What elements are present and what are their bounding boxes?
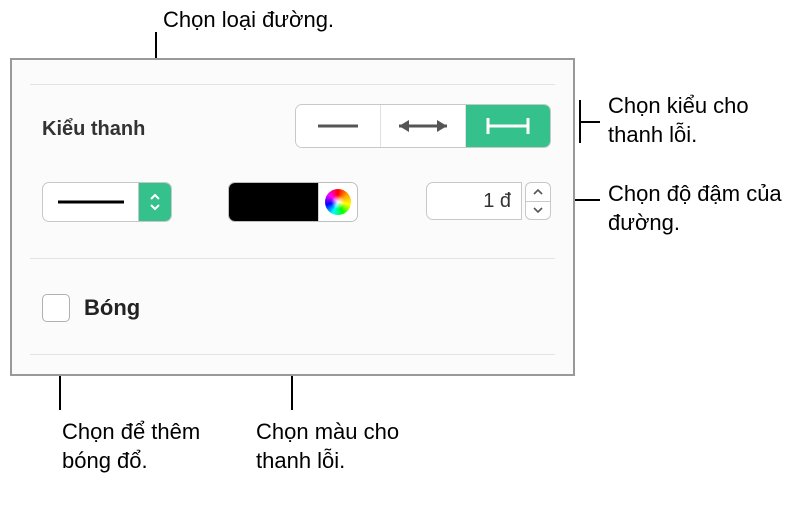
bar-style-line-icon[interactable] [296,105,381,147]
chevron-up-icon[interactable] [525,182,551,201]
stroke-width-stepper [525,182,551,220]
section-title: Kiểu thanh [42,118,145,141]
bar-color-well[interactable] [228,182,358,222]
stroke-width-field[interactable]: 1 đ [426,182,522,220]
callout-bar-style: Chọn kiểu cho thanh lỗi. [608,92,809,149]
callout-stroke-width: Chọn độ đậm của đường. [608,180,809,237]
bar-style-caps-icon[interactable] [466,105,550,147]
line-type-preview-icon [43,183,138,221]
callout-add-shadow: Chọn để thêm bóng đổ. [62,418,200,475]
bar-style-segmented[interactable] [295,104,551,148]
callout-line-type: Chọn loại đường. [163,6,334,35]
shadow-label: Bóng [84,295,140,321]
bar-style-arrows-icon[interactable] [381,105,466,147]
inspector-panel: Kiểu thanh [10,58,575,376]
separator [30,258,555,259]
shadow-checkbox[interactable] [42,294,70,322]
color-wheel-icon[interactable] [318,183,357,221]
separator [30,84,555,85]
line-type-dropdown[interactable] [42,182,172,222]
stroke-width-control: 1 đ [426,182,551,220]
chevron-down-icon[interactable] [525,201,551,221]
shadow-row: Bóng [42,294,140,322]
color-swatch[interactable] [229,183,318,221]
callout-bar-color: Chọn màu cho thanh lỗi. [256,418,399,475]
separator [30,354,555,355]
double-chevron-icon[interactable] [138,183,171,221]
